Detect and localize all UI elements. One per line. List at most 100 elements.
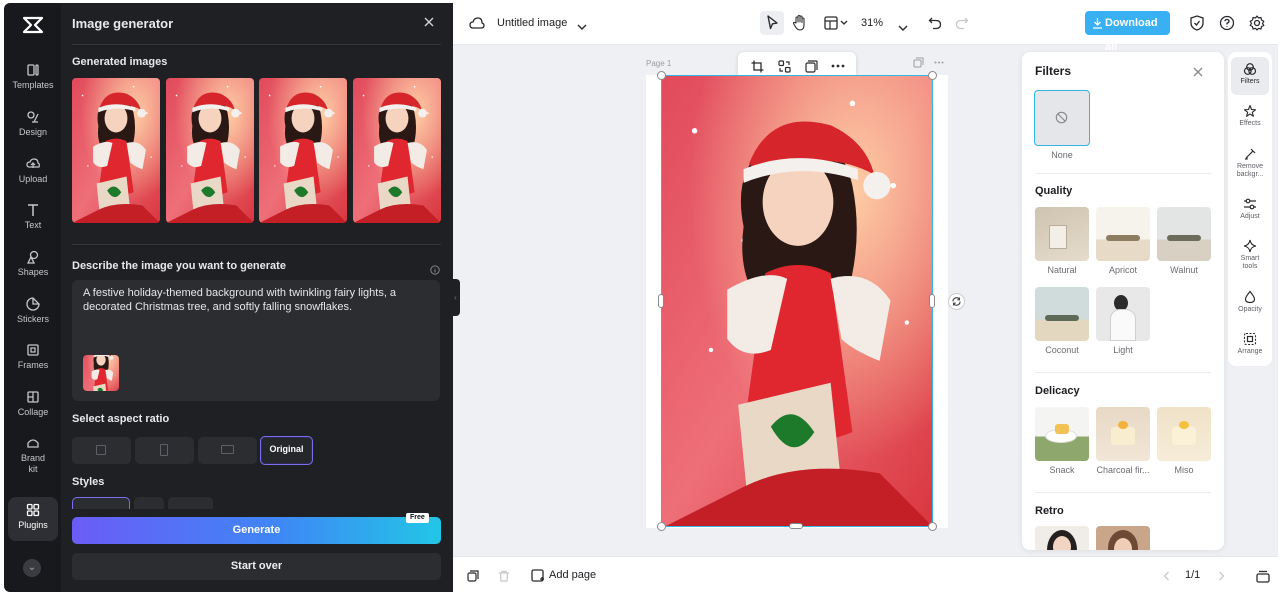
rotate-icon[interactable]	[948, 293, 965, 310]
next-page-chevron-icon[interactable]	[1218, 571, 1225, 581]
stickers-icon	[26, 297, 40, 311]
reference-image-thumbnail[interactable]	[83, 355, 119, 391]
generate-button[interactable]: Generate	[72, 517, 441, 544]
duplicate-icon[interactable]	[805, 60, 818, 73]
remove-background-icon	[1245, 148, 1256, 160]
aspect-landscape-option[interactable]	[198, 437, 257, 464]
cloud-sync-icon[interactable]	[469, 16, 485, 35]
layout-icon[interactable]	[824, 16, 850, 35]
resize-handle[interactable]	[789, 523, 803, 529]
aspect-original-option[interactable]: Original	[260, 436, 313, 465]
rail-item-plugins[interactable]: Plugins	[8, 497, 58, 541]
tool-remove-background[interactable]: Remove backgr...	[1231, 147, 1269, 182]
page-manager-icon[interactable]	[1256, 569, 1270, 583]
filters-title: Filters	[1035, 64, 1072, 78]
tool-label: Arrange	[1237, 348, 1263, 355]
help-icon[interactable]	[1219, 15, 1235, 36]
info-icon[interactable]	[430, 262, 440, 275]
tool-opacity[interactable]: Opacity	[1231, 290, 1269, 314]
resize-handle[interactable]	[928, 522, 937, 531]
hand-tool-icon[interactable]	[792, 14, 808, 37]
style-chip[interactable]	[134, 497, 164, 509]
right-tools-rail: Filters Effects Remove backgr... Adjust …	[1228, 52, 1272, 366]
prev-page-chevron-icon[interactable]	[1163, 571, 1170, 581]
tool-filters[interactable]: Filters	[1231, 57, 1269, 95]
upload-icon	[26, 158, 40, 168]
rail-item-templates[interactable]: Templates	[8, 63, 58, 105]
generated-image-2[interactable]	[166, 78, 254, 223]
select-tool-icon[interactable]	[760, 11, 784, 35]
generated-image-1[interactable]	[72, 78, 160, 223]
add-page-icon[interactable]	[531, 569, 545, 583]
rail-label: Stickers	[16, 314, 49, 324]
filter-light[interactable]	[1096, 287, 1150, 341]
filter-natural[interactable]	[1035, 207, 1089, 261]
app-window: Templates Design Upload Text Shapes Stic…	[4, 3, 1278, 592]
prompt-textarea[interactable]: A festive holiday-themed background with…	[72, 280, 440, 401]
settings-gear-icon[interactable]	[1249, 15, 1265, 36]
rail-item-frames[interactable]: Frames	[8, 343, 58, 385]
expand-chevron-icon[interactable]: ⌄	[23, 559, 41, 577]
filter-apricot[interactable]	[1096, 207, 1150, 261]
page-duplicate-icon[interactable]	[913, 57, 924, 68]
rail-item-design[interactable]: Design	[8, 110, 58, 152]
resize-handle[interactable]	[657, 71, 666, 80]
tool-arrange[interactable]: Arrange	[1231, 332, 1269, 356]
filter-snack[interactable]	[1035, 407, 1089, 461]
filter-none[interactable]	[1034, 90, 1090, 146]
tool-effects[interactable]: Effects	[1231, 104, 1269, 128]
resize-handle[interactable]	[928, 71, 937, 80]
title-chevron-down-icon[interactable]	[577, 18, 587, 36]
crop-icon[interactable]	[751, 60, 764, 73]
prompt-text[interactable]: A festive holiday-themed background with…	[83, 287, 423, 314]
filter-retro-1[interactable]	[1035, 526, 1089, 550]
rail-item-collage[interactable]: Collage	[8, 390, 58, 432]
tool-label: Smart tools	[1240, 255, 1260, 270]
tool-smart-tools[interactable]: Smart tools	[1231, 239, 1269, 271]
capcut-logo-icon[interactable]	[21, 13, 45, 37]
resize-handle[interactable]	[929, 294, 935, 308]
filter-miso[interactable]	[1157, 407, 1211, 461]
canvas-main-image[interactable]	[661, 75, 933, 527]
filter-retro-2[interactable]	[1096, 526, 1150, 550]
filter-coconut[interactable]	[1035, 287, 1089, 341]
start-over-button[interactable]: Start over	[72, 553, 441, 580]
resize-handle[interactable]	[657, 522, 666, 531]
trash-icon[interactable]	[498, 570, 510, 582]
document-title[interactable]: Untitled image	[497, 17, 567, 29]
zoom-level[interactable]: 31%	[861, 17, 883, 29]
brand-kit-icon	[27, 439, 39, 448]
replace-icon[interactable]	[778, 60, 791, 73]
shield-icon[interactable]	[1190, 15, 1204, 36]
rail-item-brand-kit[interactable]: Brand kit	[8, 436, 58, 482]
filter-charcoal-fire[interactable]	[1096, 407, 1150, 461]
style-chip[interactable]	[168, 497, 213, 509]
page-copy-icon[interactable]	[467, 570, 479, 582]
frames-icon	[27, 344, 39, 356]
aspect-portrait-option[interactable]	[135, 437, 194, 464]
zoom-chevron-down-icon[interactable]	[898, 19, 908, 37]
rail-item-upload[interactable]: Upload	[8, 157, 58, 199]
generated-image-3[interactable]	[259, 78, 347, 223]
redo-icon[interactable]	[955, 16, 969, 35]
more-options-icon[interactable]	[831, 64, 845, 68]
rail-item-stickers[interactable]: Stickers	[8, 297, 58, 339]
undo-icon[interactable]	[928, 16, 942, 35]
add-page-button[interactable]: Add page	[549, 569, 596, 581]
divider	[72, 244, 441, 245]
rail-item-text[interactable]: Text	[8, 203, 58, 245]
style-chip[interactable]	[72, 497, 130, 509]
rail-item-shapes[interactable]: Shapes	[8, 250, 58, 292]
download-all-button[interactable]: Download all	[1085, 11, 1170, 53]
divider	[1035, 492, 1211, 493]
generated-image-4[interactable]	[353, 78, 441, 223]
filter-walnut[interactable]	[1157, 207, 1211, 261]
aspect-square-option[interactable]	[72, 437, 131, 464]
close-icon[interactable]	[1192, 65, 1204, 77]
tool-adjust[interactable]: Adjust	[1231, 197, 1269, 221]
close-icon[interactable]	[422, 15, 436, 29]
page-more-icon[interactable]	[934, 61, 944, 64]
resize-handle[interactable]	[658, 294, 664, 308]
collapse-panel-handle[interactable]: ‹	[451, 279, 460, 316]
section-heading: Quality	[1035, 185, 1073, 197]
